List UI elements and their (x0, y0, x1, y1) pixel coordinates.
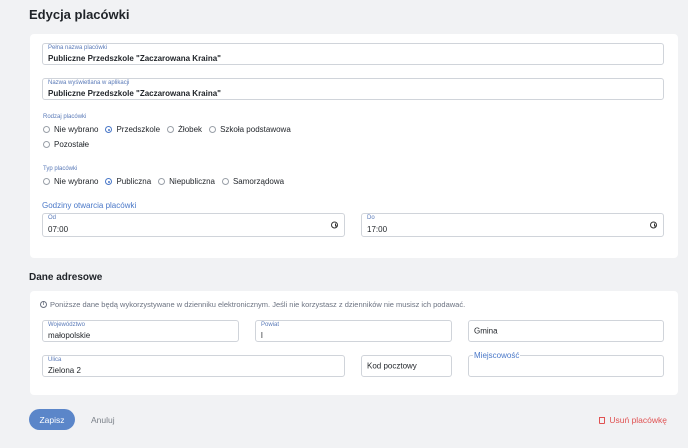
kind-option-preschool[interactable]: Przedszkole (105, 125, 160, 134)
radio-label: Niepubliczna (169, 177, 215, 186)
open-to-label: Do (367, 215, 375, 221)
type-option-public[interactable]: Publiczna (105, 177, 151, 186)
open-from-value: 07:00 (48, 225, 69, 234)
postal-code-field[interactable]: Kod pocztowy (361, 355, 452, 377)
radio-label: Szkoła podstawowa (220, 125, 291, 134)
county-value: l (261, 331, 263, 340)
kind-label: Rodzaj placówki (43, 114, 87, 120)
delete-facility-label: Usuń placówkę (609, 415, 667, 425)
county-field[interactable]: Powiat l (255, 320, 452, 342)
radio-circle-checked (105, 126, 113, 133)
display-name-value: Publiczne Przedszkole "Zaczarowana Krain… (48, 89, 221, 98)
info-icon: i (40, 301, 47, 308)
radio-label: Publiczna (116, 177, 152, 186)
radio-circle (158, 178, 166, 185)
page-title: Edycja placówki (29, 7, 130, 22)
radio-label: Samorządowa (232, 177, 285, 186)
city-label: Miejscowość (473, 351, 521, 360)
delete-facility-button[interactable]: Usuń placówkę (599, 415, 667, 425)
kind-radio-group: Nie wybrano Przedszkole Żłobek Szkoła po… (43, 125, 298, 134)
full-name-value: Publiczne Przedszkole "Zaczarowana Krain… (48, 54, 221, 63)
address-info: i Poniższe dane będą wykorzystywane w dz… (40, 300, 465, 309)
radio-circle-checked (105, 178, 113, 185)
kind-radio-group-row2: Pozostałe (43, 140, 96, 149)
radio-circle (167, 126, 175, 133)
full-name-label: Pełna nazwa placówki (48, 45, 108, 51)
address-info-text: Poniższe dane będą wykorzystywane w dzie… (50, 300, 466, 309)
clock-icon[interactable] (331, 221, 338, 229)
radio-label: Żłobek (178, 125, 203, 134)
type-option-municipal[interactable]: Samorządowa (221, 177, 285, 186)
radio-circle (43, 141, 50, 148)
street-label: Ulica (48, 357, 62, 363)
type-option-none[interactable]: Nie wybrano (43, 177, 98, 186)
display-name-label: Nazwa wyświetlana w aplikacji (48, 80, 130, 86)
radio-label: Przedszkole (116, 125, 161, 134)
open-to-field[interactable]: Do 17:00 (361, 213, 664, 237)
radio-circle (43, 178, 50, 185)
cancel-button[interactable]: Anuluj (91, 415, 115, 425)
radio-label: Pozostałe (54, 140, 90, 149)
radio-circle (221, 178, 229, 185)
radio-label: Nie wybrano (54, 125, 99, 134)
kind-option-none[interactable]: Nie wybrano (43, 125, 98, 134)
open-from-label: Od (48, 215, 57, 221)
radio-label: Nie wybrano (54, 177, 99, 186)
display-name-field[interactable]: Nazwa wyświetlana w aplikacji Publiczne … (42, 78, 664, 100)
type-label: Typ placówki (43, 166, 78, 172)
kind-option-nursery[interactable]: Żłobek (167, 125, 202, 134)
open-from-field[interactable]: Od 07:00 (42, 213, 345, 237)
open-to-value: 17:00 (367, 225, 388, 234)
type-radio-group: Nie wybrano Publiczna Niepubliczna Samor… (43, 177, 291, 186)
voivodeship-label: Województwo (48, 322, 85, 328)
voivodeship-field[interactable]: Województwo małopolskie (42, 320, 239, 342)
kind-option-primary-school[interactable]: Szkoła podstawowa (209, 125, 291, 134)
address-section-title: Dane adresowe (29, 272, 103, 283)
save-button[interactable]: Zapisz (29, 409, 75, 430)
commune-field[interactable]: Gmina (468, 320, 664, 342)
clock-icon[interactable] (650, 221, 657, 229)
postal-code-placeholder: Kod pocztowy (367, 361, 417, 371)
radio-circle (209, 126, 217, 133)
hours-title: Godziny otwarcia placówki (42, 201, 137, 210)
trash-icon (599, 416, 606, 424)
kind-option-other[interactable]: Pozostałe (43, 140, 89, 149)
commune-placeholder: Gmina (474, 326, 498, 336)
county-label: Powiat (261, 322, 280, 328)
full-name-field[interactable]: Pełna nazwa placówki Publiczne Przedszko… (42, 43, 664, 65)
type-option-nonpublic[interactable]: Niepubliczna (158, 177, 215, 186)
voivodeship-value: małopolskie (48, 331, 91, 340)
radio-circle (43, 126, 50, 133)
street-field[interactable]: Ulica Zielona 2 (42, 355, 345, 377)
street-value: Zielona 2 (48, 366, 81, 375)
